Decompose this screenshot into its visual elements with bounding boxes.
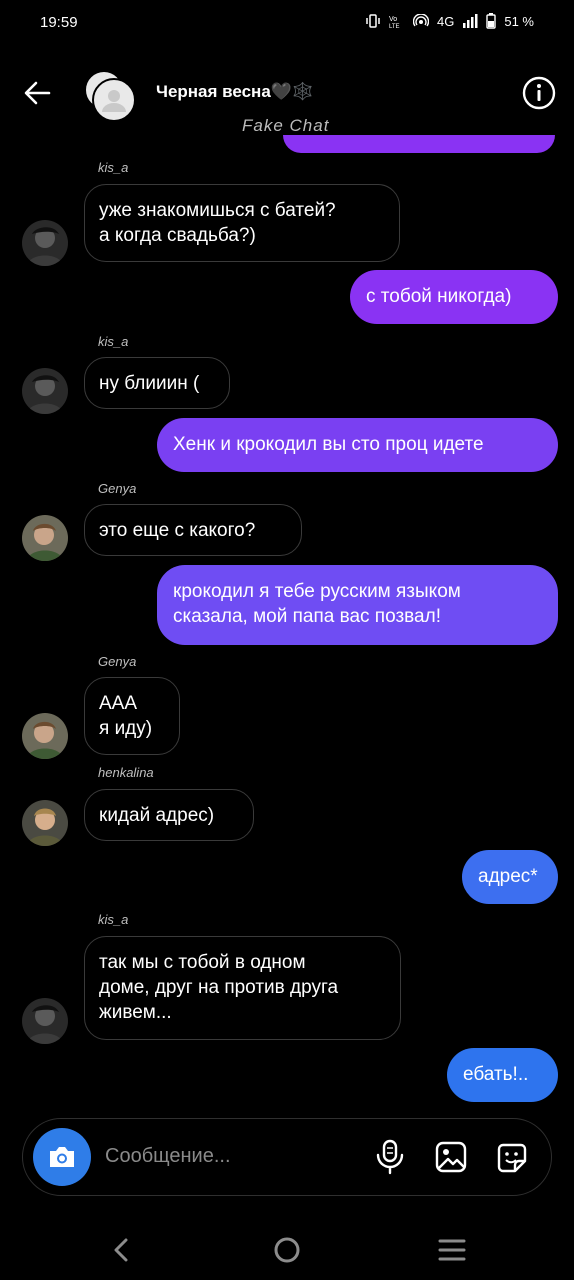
sticker-icon[interactable] — [495, 1141, 529, 1175]
gallery-icon[interactable] — [435, 1141, 467, 1173]
info-icon[interactable] — [522, 76, 556, 110]
message-line: я иду) — [99, 718, 153, 739]
message-line: ААА — [99, 693, 138, 714]
microphone-icon[interactable] — [375, 1139, 405, 1175]
status-icons: Vo LTE 4G 51 % — [365, 13, 534, 29]
message-text: адрес* — [478, 866, 538, 887]
outgoing-message[interactable]: с тобой никогда) — [350, 270, 558, 324]
message-line: уже знакомишься с батей? — [99, 200, 336, 221]
chat-title[interactable]: Черная весна🖤🕸️ — [156, 82, 313, 102]
signal-icon — [463, 14, 478, 28]
status-bar: 19:59 Vo LTE 4G 51 % — [0, 0, 574, 48]
sender-name: Genya — [98, 481, 137, 496]
sender-name: kis_a — [98, 160, 129, 175]
incoming-message[interactable]: ААА я иду) — [84, 677, 180, 755]
volte-icon: VoLTE — [389, 16, 400, 28]
message-text: кидай адрес) — [99, 805, 215, 826]
incoming-message[interactable]: кидай адрес) — [84, 789, 254, 841]
incoming-message[interactable]: так мы с тобой в одном доме, друг на про… — [84, 936, 401, 1040]
svg-text:Vo: Vo — [389, 16, 397, 23]
camera-icon — [50, 1147, 74, 1167]
vibrate-icon — [366, 14, 380, 28]
battery-level: 51 % — [504, 13, 534, 29]
message-text: с тобой никогда) — [366, 286, 512, 307]
battery-icon — [486, 13, 497, 29]
nav-home-icon[interactable] — [272, 1235, 302, 1265]
sender-name: kis_a — [98, 912, 129, 927]
message-text: ну блииин ( — [99, 373, 200, 394]
sender-name: Genya — [98, 654, 137, 669]
outgoing-message[interactable]: ебать!.. — [447, 1048, 558, 1102]
back-arrow-icon[interactable] — [22, 78, 52, 108]
default-avatar-icon — [96, 82, 132, 118]
camera-button[interactable] — [33, 1128, 91, 1186]
chat-header: Черная весна🖤🕸️ Fake Chat — [0, 60, 574, 140]
svg-text:LTE: LTE — [389, 24, 400, 28]
message-text: Хенк и крокодил вы сто проц идете — [173, 434, 484, 455]
incoming-message[interactable]: это еще с какого? — [84, 504, 302, 556]
message-text: ебать!.. — [463, 1064, 529, 1085]
outgoing-message[interactable]: адрес* — [462, 850, 558, 904]
message-line: доме, друг на против друга — [99, 977, 339, 998]
group-avatar[interactable] — [84, 70, 140, 126]
message-composer: Сообщение... — [22, 1118, 552, 1196]
incoming-message[interactable]: уже знакомишься с батей? а когда свадьба… — [84, 184, 400, 262]
network-type: 4G — [437, 13, 455, 29]
incoming-message[interactable]: ну блииин ( — [84, 357, 230, 409]
message-line: живем... — [99, 1002, 172, 1023]
avatar[interactable] — [22, 800, 68, 846]
message-line: сказала, мой папа вас позвал! — [173, 606, 441, 627]
previous-message-bubble[interactable] — [283, 135, 555, 153]
nav-menu-icon[interactable] — [437, 1237, 467, 1263]
avatar[interactable] — [22, 220, 68, 266]
outgoing-message[interactable]: крокодил я тебе русским языком сказала, … — [157, 565, 558, 645]
avatar[interactable] — [22, 713, 68, 759]
outgoing-message[interactable]: Хенк и крокодил вы сто проц идете — [157, 418, 558, 472]
sender-name: henkalina — [98, 765, 154, 780]
message-text: это еще с какого? — [99, 520, 256, 541]
message-line: а когда свадьба?) — [99, 225, 256, 246]
status-time: 19:59 — [40, 14, 78, 31]
avatar[interactable] — [22, 515, 68, 561]
hotspot-icon — [413, 14, 430, 27]
watermark-text: Fake Chat — [242, 116, 330, 135]
avatar[interactable] — [22, 998, 68, 1044]
avatar[interactable] — [22, 368, 68, 414]
nav-back-icon[interactable] — [108, 1235, 134, 1265]
message-line: крокодил я тебе русским языком — [173, 581, 461, 602]
system-navigation-bar — [0, 1225, 574, 1280]
sender-name: kis_a — [98, 334, 129, 349]
message-line: так мы с тобой в одном — [99, 952, 306, 973]
message-input[interactable]: Сообщение... — [105, 1145, 231, 1168]
